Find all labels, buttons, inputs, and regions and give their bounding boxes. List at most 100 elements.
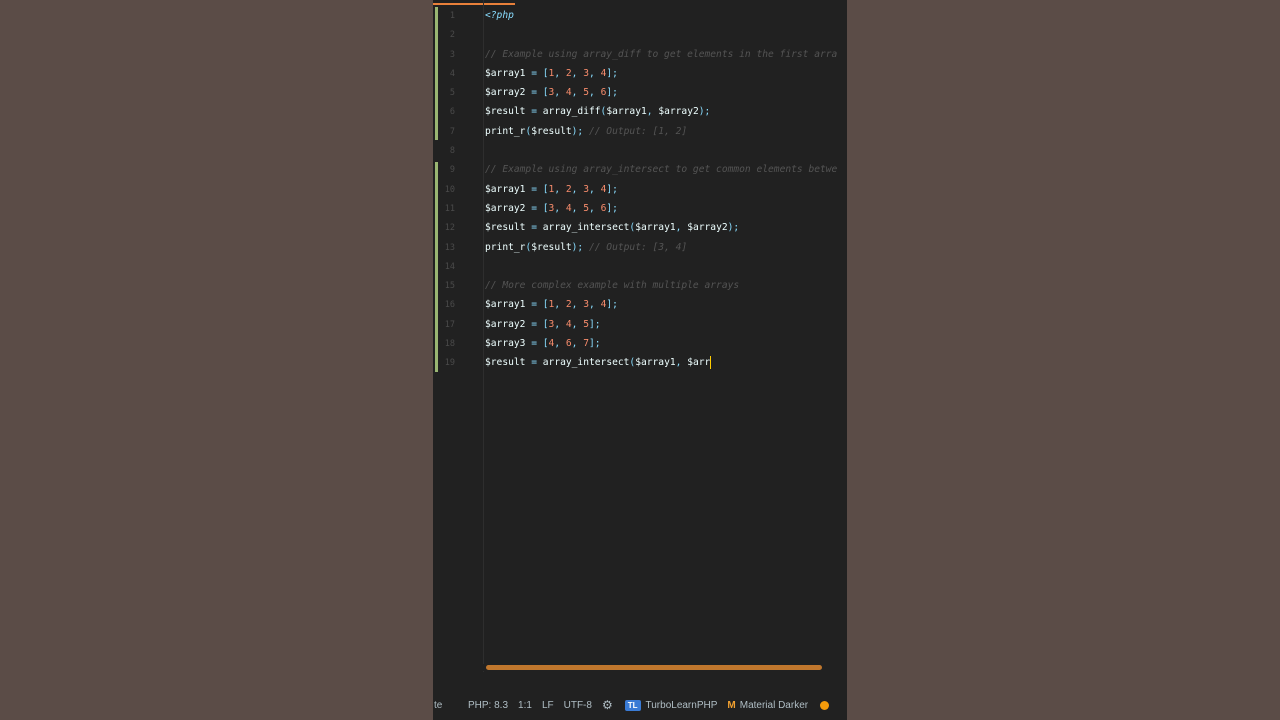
line-number[interactable]: 9 [433, 161, 455, 180]
code-editor[interactable]: 1 <?php 2 3 // Example using array_diff to g… [433, 0, 847, 720]
code-token: ); [727, 222, 740, 234]
line-number[interactable]: 19 [433, 354, 455, 373]
code-token: ); [571, 125, 589, 137]
code-token: $result [531, 241, 572, 253]
code-line[interactable]: 8 [433, 141, 847, 160]
line-ending-widget[interactable]: LF [542, 700, 554, 711]
code-token: ]; [606, 183, 618, 195]
line-number[interactable]: 3 [433, 46, 455, 65]
php-version-widget[interactable]: PHP: 8.3 [468, 700, 508, 711]
line-number[interactable]: 12 [433, 219, 455, 238]
code-token: , [571, 299, 584, 311]
code-token: , [554, 67, 566, 79]
code-line-text: $array2 = [3, 4, 5, 6]; [485, 83, 618, 102]
gear-icon[interactable]: ⚙ [602, 698, 613, 712]
code-token: $array1 [485, 67, 532, 79]
code-line[interactable]: 16 $array1 = [1, 2, 3, 4]; [433, 295, 847, 314]
code-token: = [ [531, 87, 549, 99]
code-token: $arr [687, 357, 711, 369]
code-line[interactable]: 2 [433, 25, 847, 44]
code-line[interactable]: 5 $array2 = [3, 4, 5, 6]; [433, 83, 847, 102]
code-token: , [589, 202, 601, 214]
cursor-position[interactable]: 1:1 [518, 700, 532, 711]
code-token: = [531, 222, 543, 234]
plugin-widget[interactable]: TL TurboLearnPHP [624, 699, 717, 711]
code-line[interactable]: 6 $result = array_diff($array1, $array2); [433, 102, 847, 121]
code-line[interactable]: 12 $result = array_intersect($array1, $ar… [433, 218, 847, 237]
code-line[interactable]: 11 $array2 = [3, 4, 5, 6]; [433, 199, 847, 218]
code-token: $result [531, 125, 572, 137]
line-number[interactable]: 5 [433, 84, 455, 103]
line-number[interactable]: 18 [433, 335, 455, 354]
line-number[interactable]: 4 [433, 65, 455, 84]
code-line[interactable]: 1 <?php [433, 6, 847, 25]
code-token: $array1 [635, 222, 676, 234]
line-number[interactable]: 11 [433, 200, 455, 219]
code-token: , [675, 357, 688, 369]
code-token: $array1 [606, 106, 647, 118]
code-line[interactable]: 7 print_r($result); // Output: [1, 2] [433, 122, 847, 141]
code-line[interactable]: 18 $array3 = [4, 6, 7]; [433, 334, 847, 353]
code-token: , [554, 338, 566, 350]
line-number[interactable]: 14 [433, 258, 455, 277]
horizontal-scrollbar-thumb[interactable] [486, 665, 822, 670]
code-token: , [554, 202, 566, 214]
material-theme-icon: M [727, 699, 736, 711]
code-token: = [ [531, 67, 549, 79]
code-token: $array2 [658, 106, 699, 118]
encoding-widget[interactable]: UTF-8 [564, 700, 592, 711]
status-truncated-item[interactable]: te [434, 700, 446, 711]
code-token: $array2 [485, 318, 532, 330]
line-number[interactable]: 6 [433, 103, 455, 122]
code-line[interactable]: 13 print_r($result); // Output: [3, 4] [433, 238, 847, 257]
code-token: , [675, 222, 688, 234]
code-token: print_r [485, 125, 526, 137]
code-token: = [ [531, 183, 549, 195]
line-number[interactable]: 7 [433, 123, 455, 142]
code-token: $result [485, 357, 532, 369]
code-line[interactable]: 10 $array1 = [1, 2, 3, 4]; [433, 180, 847, 199]
code-line-text: $array1 = [1, 2, 3, 4]; [485, 180, 618, 199]
code-token: , [571, 338, 584, 350]
code-token: , [554, 299, 566, 311]
code-area[interactable]: 1 <?php 2 3 // Example using array_diff to g… [433, 6, 847, 373]
code-token: <?php [485, 10, 514, 21]
theme-widget[interactable]: M Material Darker [727, 700, 808, 711]
code-line-text: $array1 = [1, 2, 3, 4]; [485, 295, 618, 314]
code-token: = [531, 357, 543, 369]
code-token: ]; [606, 202, 618, 214]
line-number[interactable]: 16 [433, 296, 455, 315]
code-line[interactable]: 17 $array2 = [3, 4, 5]; [433, 315, 847, 334]
code-token: ]; [589, 318, 601, 330]
code-token: , [589, 183, 601, 195]
code-token: ]; [606, 87, 618, 99]
code-line-text: $array2 = [3, 4, 5]; [485, 315, 601, 334]
code-line[interactable]: 14 [433, 257, 847, 276]
code-token: , [571, 202, 584, 214]
line-number[interactable]: 2 [433, 26, 455, 45]
code-line-text: $array3 = [4, 6, 7]; [485, 334, 601, 353]
code-token: = [531, 106, 543, 118]
line-number[interactable]: 10 [433, 181, 455, 200]
theme-name: Material Darker [739, 699, 809, 711]
turbolearn-logo-icon: TL [624, 699, 641, 711]
code-line-text: print_r($result); // Output: [3, 4] [485, 238, 687, 257]
code-line[interactable]: 19 $result = array_intersect($array1, $ar… [433, 353, 847, 372]
line-number[interactable]: 1 [433, 7, 455, 26]
code-line-text: // More complex example with multiple ar… [485, 276, 739, 295]
line-number[interactable]: 8 [433, 142, 455, 161]
code-line[interactable]: 9 // Example using array_intersect to get… [433, 160, 847, 179]
line-number[interactable]: 15 [433, 277, 455, 296]
code-token: $array1 [485, 183, 532, 195]
code-line-text: // Example using array_diff to get eleme… [485, 45, 837, 64]
line-number[interactable]: 13 [433, 239, 455, 258]
code-token: $array2 [687, 222, 728, 234]
code-token: ); [571, 241, 589, 253]
line-number[interactable]: 17 [433, 316, 455, 335]
code-line[interactable]: 3 // Example using array_diff to get elem… [433, 45, 847, 64]
notification-dot-icon[interactable] [820, 700, 830, 710]
code-token: = [ [531, 299, 549, 311]
code-line[interactable]: 4 $array1 = [1, 2, 3, 4]; [433, 64, 847, 83]
code-line[interactable]: 15 // More complex example with multiple … [433, 276, 847, 295]
code-token: $array1 [485, 299, 532, 311]
